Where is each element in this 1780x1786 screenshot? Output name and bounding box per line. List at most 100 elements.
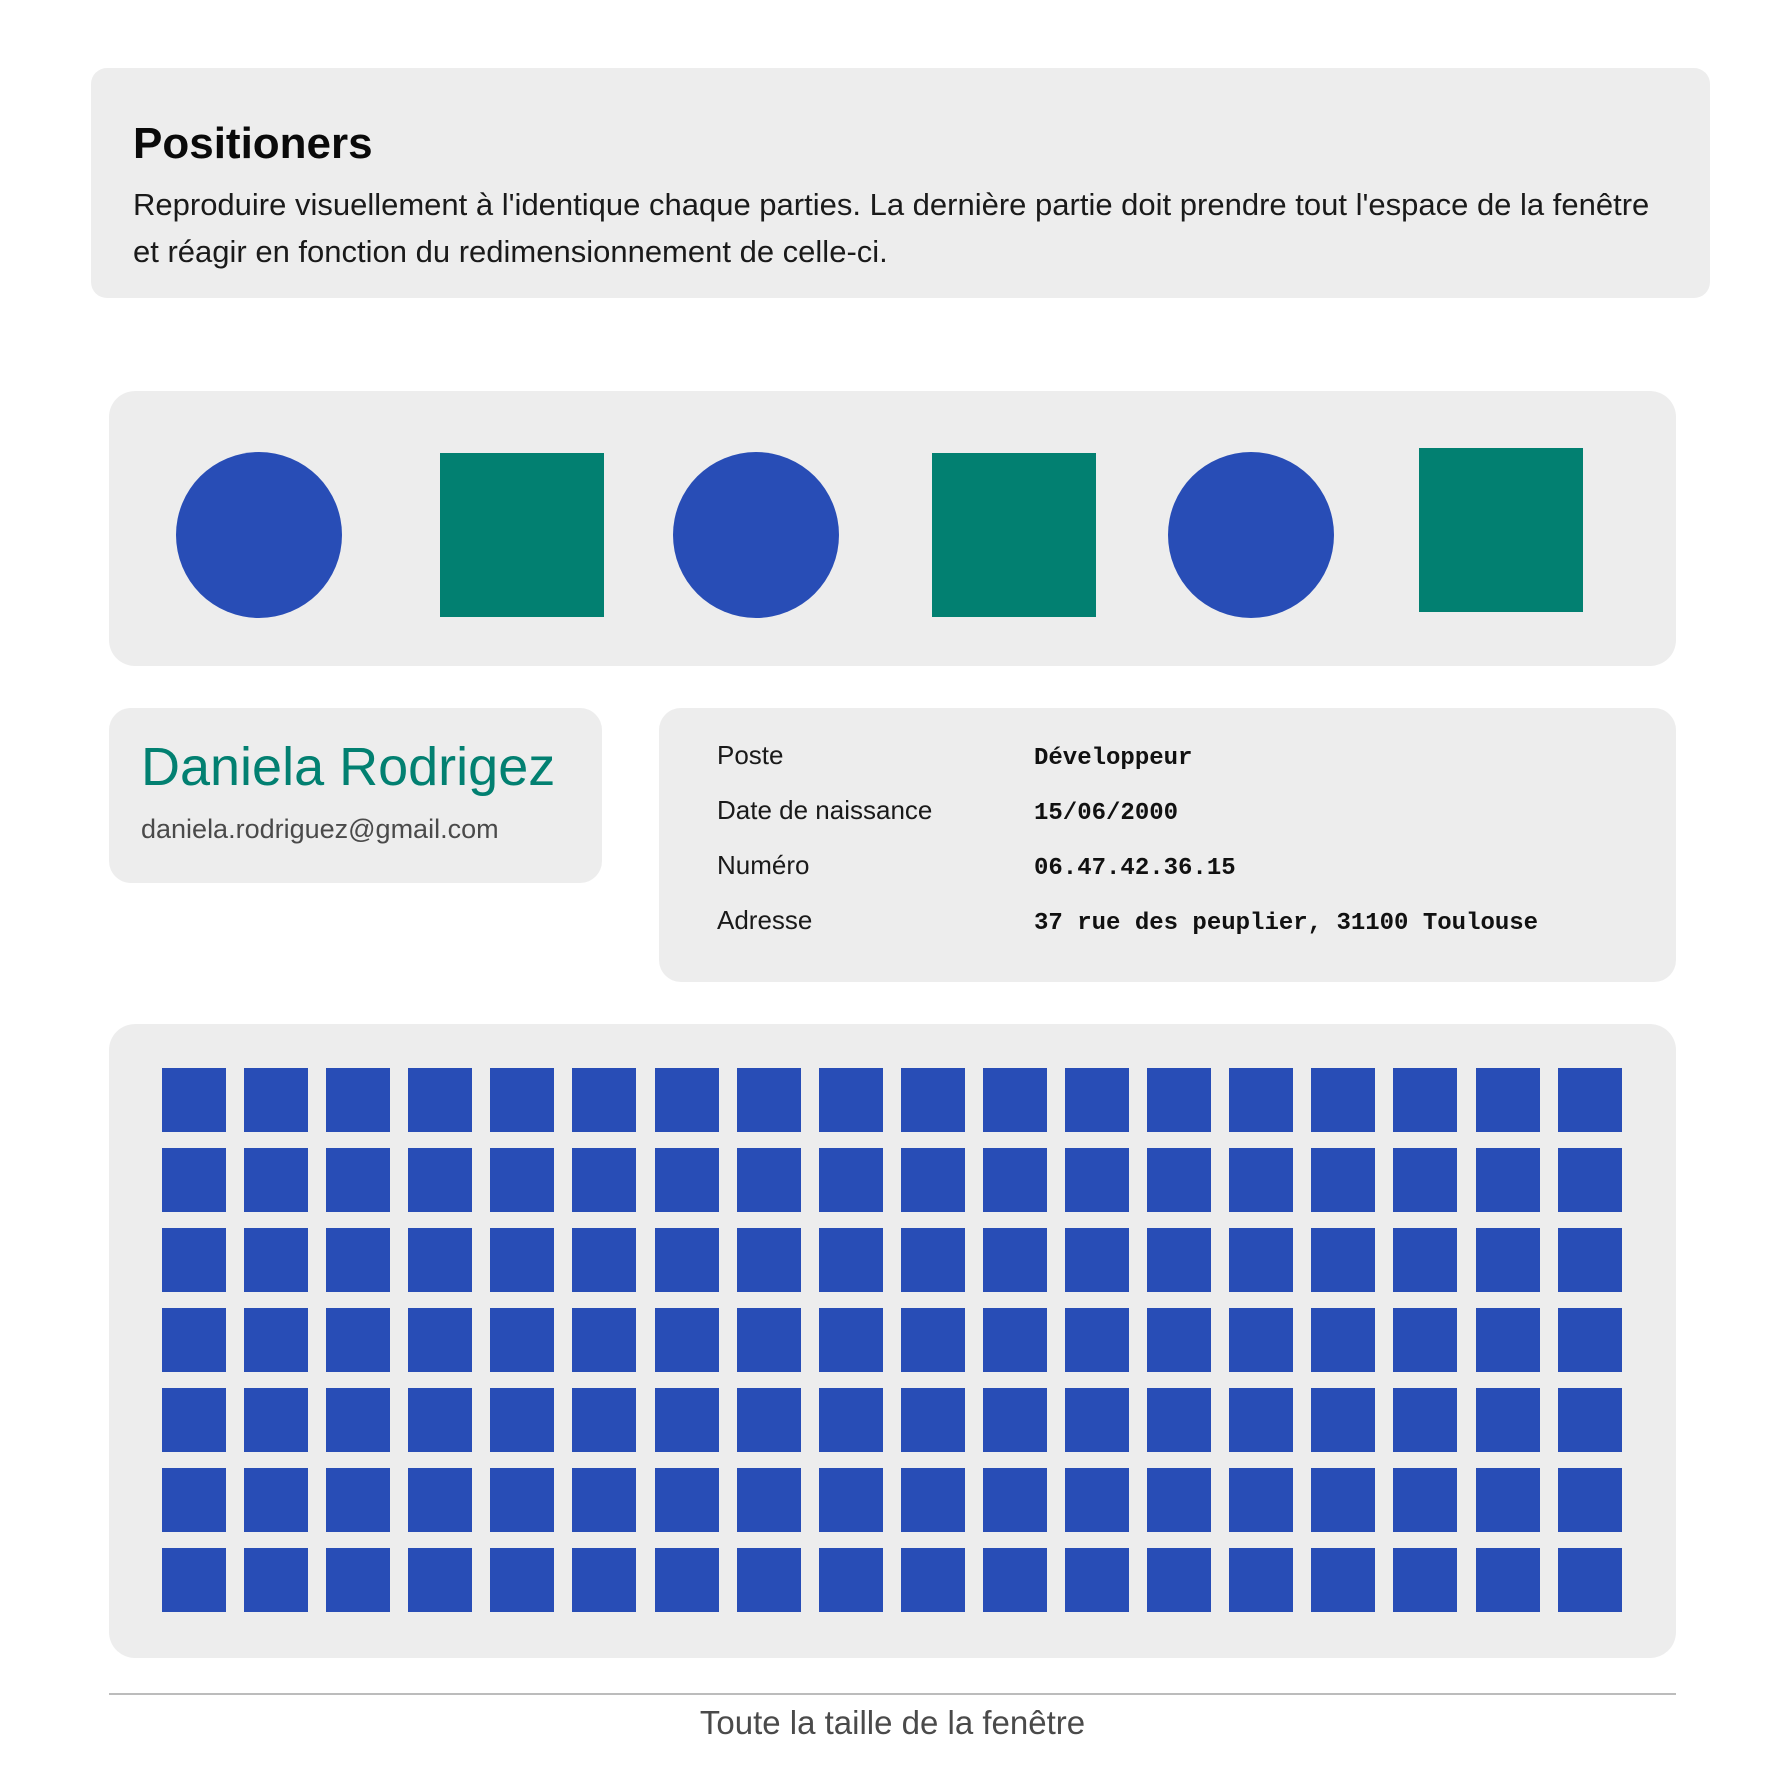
grid-square <box>1147 1068 1212 1132</box>
grid-square <box>572 1228 637 1292</box>
grid-square <box>1557 1228 1622 1292</box>
grid-square <box>1065 1228 1130 1292</box>
info-label: Poste <box>717 740 784 770</box>
grid-square <box>490 1308 555 1372</box>
intro-panel: Positioners Reproduire visuellement à l'… <box>91 68 1710 298</box>
grid-square <box>900 1148 965 1212</box>
grid-square <box>1475 1548 1540 1612</box>
grid-square <box>736 1388 801 1452</box>
grid-square <box>326 1068 391 1132</box>
grid-square <box>244 1388 309 1452</box>
grid-square <box>818 1548 883 1612</box>
page: { "intro": { "title": "Positioners", "de… <box>0 0 1780 1786</box>
grid-square <box>572 1548 637 1612</box>
grid-square <box>736 1068 801 1132</box>
grid-square <box>326 1468 391 1532</box>
grid-square <box>244 1308 309 1372</box>
grid-square <box>162 1228 226 1292</box>
grid-square <box>1475 1308 1540 1372</box>
grid-square <box>1557 1308 1622 1372</box>
grid-square <box>408 1148 473 1212</box>
grid-square <box>900 1228 965 1292</box>
grid-square <box>982 1308 1047 1372</box>
info-value: 15/06/2000 <box>1034 800 1179 827</box>
grid-square <box>326 1548 391 1612</box>
grid-square <box>736 1308 801 1372</box>
grid-square <box>900 1068 965 1132</box>
grid-square <box>1311 1548 1376 1612</box>
grid-square <box>982 1068 1047 1132</box>
grid-square <box>244 1148 309 1212</box>
grid-square <box>326 1308 391 1372</box>
intro-description: Reproduire visuellement à l'identique ch… <box>133 186 1650 269</box>
grid-square <box>162 1308 226 1372</box>
grid-square <box>1065 1308 1130 1372</box>
grid-square <box>654 1308 719 1372</box>
grid-square <box>1393 1228 1458 1292</box>
footer-divider <box>109 1693 1676 1695</box>
blue-circle <box>673 452 839 618</box>
grid-square <box>1475 1068 1540 1132</box>
grid-square <box>1229 1388 1294 1452</box>
grid-square <box>1557 1388 1622 1452</box>
grid-square <box>1311 1068 1376 1132</box>
grid-square <box>162 1388 226 1452</box>
grid-square <box>1229 1548 1294 1612</box>
grid-square <box>408 1548 473 1612</box>
grid-square <box>736 1228 801 1292</box>
grid-square <box>654 1388 719 1452</box>
grid-square <box>654 1228 719 1292</box>
grid-square <box>490 1148 555 1212</box>
info-row-numero: Numéro 06.47.42.36.15 <box>717 850 1676 905</box>
shapes-panel <box>109 391 1676 666</box>
grid-square <box>162 1068 226 1132</box>
square-grid <box>162 1068 1622 1612</box>
info-value: 06.47.42.36.15 <box>1034 855 1236 882</box>
grid-square <box>654 1548 719 1612</box>
grid-square <box>572 1308 637 1372</box>
info-card: Poste Développeur Date de naissance 15/0… <box>659 708 1676 982</box>
grid-square <box>1557 1068 1622 1132</box>
grid-square <box>244 1548 309 1612</box>
grid-square <box>408 1228 473 1292</box>
grid-square <box>1311 1388 1376 1452</box>
grid-square <box>244 1228 309 1292</box>
grid-square <box>1393 1068 1458 1132</box>
grid-square <box>1557 1548 1622 1612</box>
grid-square <box>1065 1548 1130 1612</box>
grid-square <box>572 1148 637 1212</box>
info-value: 37 rue des peuplier, 31100 Toulouse <box>1034 910 1539 937</box>
info-label: Date de naissance <box>717 795 933 825</box>
grid-square <box>1475 1148 1540 1212</box>
grid-square <box>572 1468 637 1532</box>
grid-square <box>490 1388 555 1452</box>
grid-square <box>1065 1068 1130 1132</box>
grid-square <box>1311 1228 1376 1292</box>
grid-square <box>818 1468 883 1532</box>
grid-square <box>1229 1148 1294 1212</box>
grid-square <box>1475 1468 1540 1532</box>
page-title: Positioners <box>133 119 373 168</box>
grid-square <box>326 1148 391 1212</box>
grid-square <box>1557 1468 1622 1532</box>
grid-square <box>572 1068 637 1132</box>
grid-square <box>1393 1148 1458 1212</box>
grid-square <box>326 1228 391 1292</box>
grid-square <box>818 1148 883 1212</box>
grid-panel <box>109 1024 1676 1658</box>
info-row-date-naissance: Date de naissance 15/06/2000 <box>717 795 1676 850</box>
grid-square <box>900 1468 965 1532</box>
grid-square <box>818 1388 883 1452</box>
grid-square <box>162 1148 226 1212</box>
grid-square <box>900 1308 965 1372</box>
grid-square <box>736 1468 801 1532</box>
grid-square <box>1475 1228 1540 1292</box>
blue-circle <box>176 452 342 618</box>
grid-square <box>490 1548 555 1612</box>
grid-square <box>1147 1468 1212 1532</box>
grid-square <box>162 1548 226 1612</box>
grid-square <box>408 1068 473 1132</box>
grid-square <box>1065 1388 1130 1452</box>
grid-square <box>1147 1548 1212 1612</box>
grid-square <box>900 1548 965 1612</box>
